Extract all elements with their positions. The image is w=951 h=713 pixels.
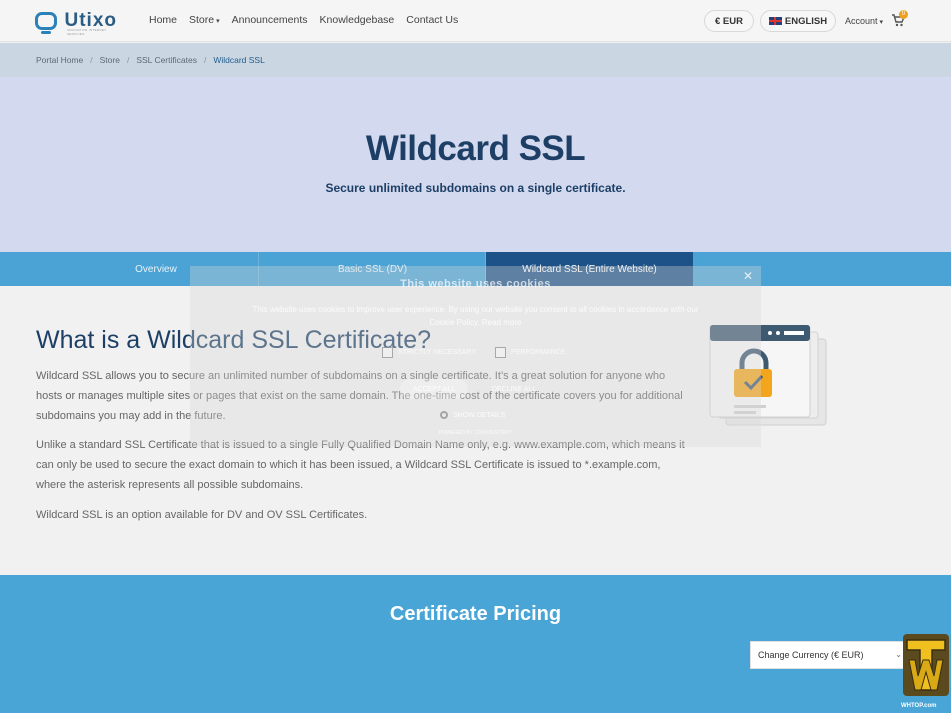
nav-knowledgebase[interactable]: Knowledgebase — [320, 14, 395, 26]
checkbox-label: STRICTLY NECESSARY — [398, 349, 477, 356]
watermark-text: WHTOP.com — [901, 703, 937, 709]
logo-text: Utixo — [64, 10, 117, 31]
chevron-down-icon: ▾ — [879, 19, 884, 26]
breadcrumb-separator: / — [203, 55, 207, 65]
paragraph-availability: Wildcard SSL is an option available for … — [36, 509, 368, 521]
accept-all-button[interactable]: ACCEPT ALL — [400, 379, 468, 399]
main-nav: Home Store ▾ Announcements Knowledgebase … — [149, 14, 470, 26]
breadcrumb-ssl-certificates[interactable]: SSL Certificates — [136, 55, 197, 65]
account-label: Account — [845, 16, 878, 26]
breadcrumb-current: Wildcard SSL — [213, 55, 265, 65]
checkbox-box — [382, 347, 393, 358]
decline-all-button[interactable]: DECLINE ALL — [478, 379, 550, 399]
account-menu[interactable]: Account ▾ — [845, 16, 883, 26]
page-subtitle: Secure unlimited subdomains on a single … — [325, 181, 626, 195]
chevron-down-icon: ▾ — [216, 18, 220, 25]
currency-select-value: Change Currency (€ EUR) — [758, 650, 864, 660]
breadcrumb: Portal Home / Store / SSL Certificates /… — [0, 43, 951, 77]
logo[interactable]: Utixo INNOVATIVE INTERNET SERVICES — [35, 10, 117, 36]
breadcrumb-portal-home[interactable]: Portal Home — [36, 55, 83, 65]
pricing-title: Certificate Pricing — [389, 603, 562, 625]
breadcrumb-separator: / — [126, 55, 130, 65]
nav-store[interactable]: Store ▾ — [189, 14, 220, 26]
gear-icon — [440, 411, 448, 419]
currency-button[interactable]: € EUR — [704, 10, 754, 32]
checkbox-strictly-necessary[interactable]: STRICTLY NECESSARY — [382, 347, 476, 358]
hero-banner: Wildcard SSL Secure unlimited subdomains… — [0, 77, 951, 252]
nav-store-label: Store — [189, 14, 215, 26]
nav-announcements[interactable]: Announcements — [232, 14, 308, 26]
nav-home[interactable]: Home — [149, 14, 177, 26]
breadcrumb-store[interactable]: Store — [100, 55, 120, 65]
cookie-consent-dialog: ✕ This website uses cookies This website… — [190, 266, 761, 447]
checkbox-box — [495, 347, 506, 358]
whtop-watermark-logo — [903, 634, 949, 696]
checkbox-label: PERFORMANCE — [511, 349, 566, 356]
nav-contact[interactable]: Contact Us — [406, 14, 458, 26]
change-currency-select[interactable]: Change Currency (€ EUR) ⌄ — [750, 641, 910, 669]
site-header: Utixo INNOVATIVE INTERNET SERVICES Home … — [0, 0, 951, 42]
cart-count-badge: 0 — [899, 10, 908, 19]
page-title: Wildcard SSL — [365, 129, 586, 168]
cookie-powered-by: POWERED BY COOKIESCRIPT — [439, 430, 512, 436]
cookie-body: This website uses cookies to improve use… — [252, 305, 699, 327]
show-details-button[interactable]: SHOW DETAILS — [440, 411, 505, 419]
show-details-label: SHOW DETAILS — [453, 411, 506, 419]
breadcrumb-separator: / — [90, 55, 93, 65]
uk-flag-icon — [768, 17, 782, 25]
cookie-text: This website uses cookies to improve use… — [250, 303, 701, 329]
logo-icon — [35, 12, 57, 34]
cookie-title: This website uses cookies — [400, 278, 551, 290]
checkbox-performance[interactable]: PERFORMANCE — [495, 347, 565, 358]
language-label: ENGLISH — [784, 15, 828, 27]
language-button[interactable]: ENGLISH — [760, 10, 836, 32]
cookie-read-more-link[interactable]: Read more — [482, 318, 522, 327]
logo-tagline: INNOVATIVE INTERNET SERVICES — [67, 28, 107, 36]
